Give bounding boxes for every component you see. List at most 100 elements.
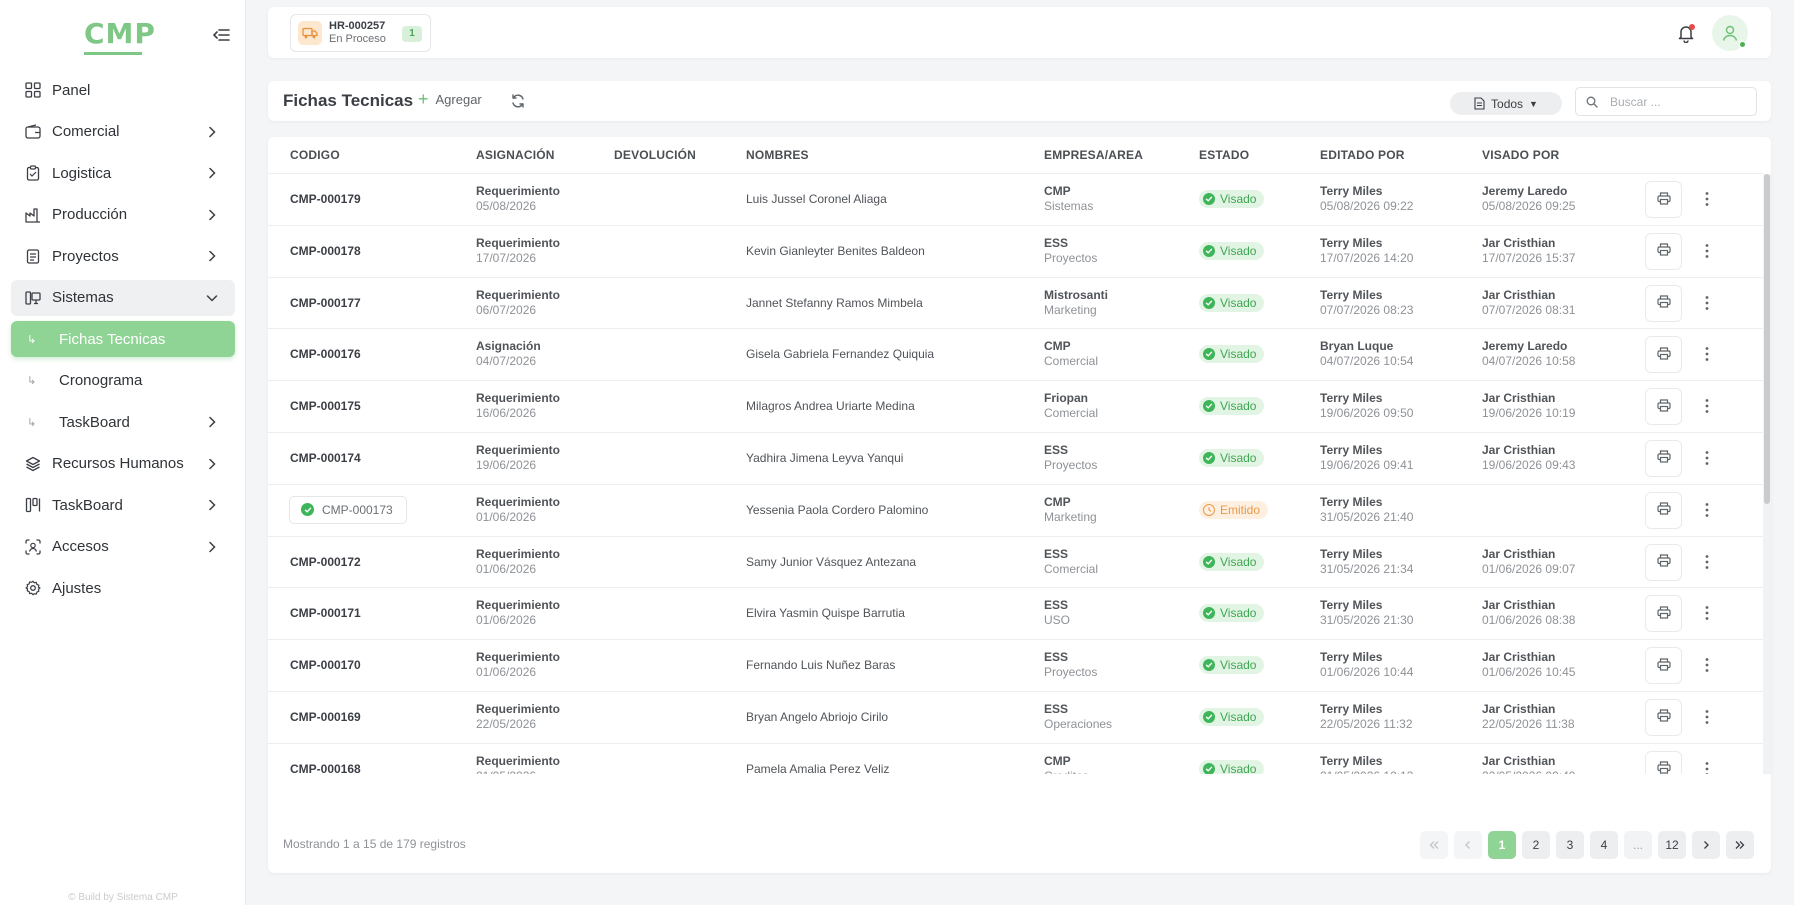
more-options-icon[interactable] (1701, 759, 1713, 774)
visado-cell: Jar Cristhian 01/06/2026 08:38 (1482, 598, 1575, 628)
print-button[interactable] (1645, 181, 1682, 218)
print-button[interactable] (1645, 439, 1682, 477)
editado-cell: Terry Miles 19/06/2026 09:41 (1320, 443, 1413, 473)
asignacion-cell: Requerimiento 06/07/2026 (476, 288, 560, 318)
check-circle-icon (1203, 296, 1215, 309)
table-row[interactable]: CMP-000176 Asignación 04/07/2026 Gisela Gab… (268, 329, 1763, 382)
collapse-sidebar-icon[interactable] (212, 27, 232, 45)
printer-icon (1656, 243, 1671, 259)
col-devolucion[interactable]: DEVOLUCIÓN (614, 148, 696, 162)
table-row[interactable]: CMP-000174 Requerimiento 19/06/2026 Yadhira… (268, 433, 1763, 485)
print-button[interactable] (1645, 336, 1682, 374)
sidebar-item-logistica[interactable]: Logistica (11, 155, 235, 191)
asig-date: 06/07/2026 (476, 302, 537, 317)
col-asignacion[interactable]: ASIGNACIÓN (476, 148, 555, 162)
table-row[interactable]: CMP-000169 Requerimiento 22/05/2026 Bryan A… (268, 692, 1763, 744)
scrollbar-thumb[interactable] (1764, 174, 1770, 504)
more-options-icon[interactable] (1701, 500, 1713, 520)
page-button-12[interactable]: 12 (1658, 831, 1686, 859)
sidebar-item-accesos[interactable]: Accesos (11, 529, 235, 565)
table-scrollbar[interactable] (1763, 174, 1771, 774)
print-button[interactable] (1645, 543, 1682, 581)
bell-icon[interactable] (1676, 23, 1696, 44)
print-button[interactable] (1645, 595, 1682, 633)
editado-cell: Terry Miles 31/05/2026 21:40 (1320, 495, 1413, 525)
gear-icon (24, 579, 42, 597)
visado-cell: Jeremy Laredo 05/08/2026 09:25 (1482, 184, 1575, 214)
print-button[interactable] (1645, 647, 1682, 685)
more-options-icon[interactable] (1701, 448, 1713, 468)
empresa-cell: CMP Marketing (1044, 495, 1097, 525)
table-row[interactable]: CMP-000178 Requerimiento 17/07/2026 Kevin G… (268, 226, 1763, 278)
avatar[interactable] (1712, 15, 1748, 51)
more-options-icon[interactable] (1701, 189, 1713, 209)
last-page-icon[interactable] (1726, 831, 1754, 859)
refresh-icon[interactable] (510, 93, 526, 109)
table-row[interactable]: CMP-000171 Requerimiento 01/06/2026 Elvira … (268, 588, 1763, 641)
hr-request-chip[interactable]: HR-000257 En Proceso 1 (290, 14, 431, 52)
empresa: CMP (1044, 494, 1071, 509)
more-options-icon[interactable] (1701, 293, 1713, 313)
sidebar-item-sistemas[interactable]: Sistemas (11, 279, 235, 316)
table-row[interactable]: CMP-000168 Requerimiento21/05/2026 Pamela … (268, 744, 1763, 774)
first-page-icon[interactable] (1420, 831, 1448, 859)
col-empresa[interactable]: EMPRESA/AREA (1044, 148, 1143, 162)
table-row[interactable]: CMP-000175 Requerimiento 16/06/2026 Milagro… (268, 381, 1763, 433)
empresa-cell: CMP Comercial (1044, 339, 1098, 369)
more-options-icon[interactable] (1701, 344, 1713, 364)
col-editado[interactable]: EDITADO POR (1320, 148, 1405, 162)
table-row[interactable]: CMP-000177 Requerimiento 06/07/2026 Jannet … (268, 278, 1763, 330)
col-visado[interactable]: VISADO POR (1482, 148, 1559, 162)
asignacion-cell: Requerimiento 01/06/2026 (476, 598, 560, 628)
print-button[interactable] (1645, 388, 1682, 426)
sidebar-item-ajustes[interactable]: Ajustes (11, 570, 235, 606)
sidebar-item-panel[interactable]: Panel (11, 72, 235, 108)
page-button-4[interactable]: 4 (1590, 831, 1618, 859)
records-table: CODIGO ASIGNACIÓN DEVOLUCIÓN NOMBRES EMP… (268, 137, 1771, 873)
sidebar-item-taskboard[interactable]: TaskBoard (11, 487, 235, 523)
sidebar-item-produccion[interactable]: Producción (11, 197, 235, 233)
col-estado[interactable]: ESTADO (1199, 148, 1249, 162)
more-options-icon[interactable] (1701, 552, 1713, 572)
sidebar-item-cronograma-sub[interactable]: ↳ Cronograma (11, 363, 235, 399)
table-body: CMP-000179 Requerimiento 05/08/2026 Luis Ju… (268, 174, 1763, 774)
page-title: Fichas Tecnicas (283, 91, 414, 110)
more-options-icon[interactable] (1701, 707, 1713, 727)
sidebar-item-comercial[interactable]: Comercial (11, 114, 235, 150)
print-button[interactable] (1645, 698, 1682, 736)
table-row[interactable]: CMP-000172 Requerimiento 01/06/2026 Samy Ju… (268, 537, 1763, 589)
code-chip[interactable]: CMP-000173 (289, 495, 407, 524)
page-button-3[interactable]: 3 (1556, 831, 1584, 859)
more-options-icon[interactable] (1701, 603, 1713, 623)
print-button[interactable] (1645, 284, 1682, 322)
page-ellipsis[interactable]: ... (1624, 831, 1652, 859)
sidebar-item-taskboard-sub[interactable]: ↳ TaskBoard (11, 404, 235, 440)
print-button[interactable] (1645, 491, 1682, 529)
row-nombre: Jannet Stefanny Ramos Mimbela (746, 295, 923, 310)
next-page-icon[interactable] (1692, 831, 1720, 859)
build-note: © Build by Sistema CMP (68, 892, 178, 903)
table-row[interactable]: CMP-000179 Requerimiento 05/08/2026 Luis Ju… (268, 174, 1763, 226)
sidebar-item-recursos-humanos[interactable]: Recursos Humanos (11, 446, 235, 482)
print-button[interactable] (1645, 232, 1682, 270)
table-row[interactable]: CMP-000173 Requerimiento 01/06/2026 Yesseni… (268, 485, 1763, 537)
more-options-icon[interactable] (1701, 396, 1713, 416)
page-button-1[interactable]: 1 (1488, 831, 1516, 859)
more-options-icon[interactable] (1701, 655, 1713, 675)
empresa: ESS (1044, 701, 1069, 716)
edit-by: Terry Miles (1320, 546, 1383, 561)
sidebar-item-proyectos[interactable]: Proyectos (11, 238, 235, 274)
status-text: Visado (1220, 554, 1257, 569)
print-button[interactable] (1645, 750, 1682, 774)
check-circle-icon (1203, 607, 1215, 620)
search-input[interactable] (1610, 94, 1750, 109)
col-codigo[interactable]: CODIGO (290, 148, 340, 162)
sidebar-item-fichas-tecnicas-sub[interactable]: ↳ Fichas Tecnicas (11, 321, 235, 357)
col-nombres[interactable]: NOMBRES (746, 148, 809, 162)
prev-page-icon[interactable] (1454, 831, 1482, 859)
add-button[interactable]: + Agregar (418, 90, 482, 108)
table-row[interactable]: CMP-000170 Requerimiento 01/06/2026 Fernand… (268, 640, 1763, 692)
more-options-icon[interactable] (1701, 241, 1713, 261)
page-button-2[interactable]: 2 (1522, 831, 1550, 859)
filter-dropdown[interactable]: Todos ▼ (1450, 92, 1562, 115)
